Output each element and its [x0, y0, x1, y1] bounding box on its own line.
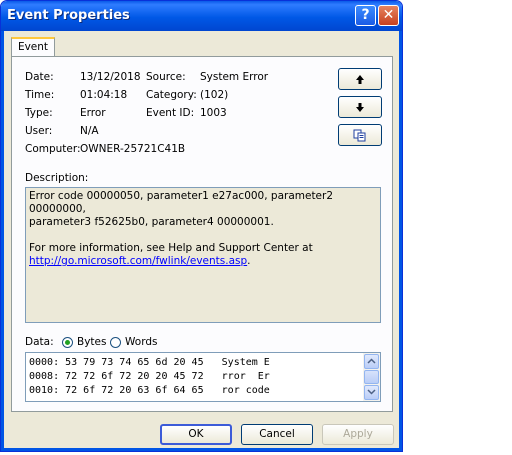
computer-value: OWNER-25721C41B: [80, 143, 186, 155]
category-value: (102): [200, 89, 229, 101]
event-properties-dialog: Event Properties ? ✕ Event Date: 13/12/2…: [0, 0, 403, 452]
link-suffix: .: [247, 255, 251, 267]
radio-selected-dot: [65, 340, 70, 345]
data-hex-box[interactable]: 0000: 53 79 73 74 65 6d 20 45 System E 0…: [25, 352, 381, 402]
cancel-button[interactable]: Cancel: [241, 424, 313, 445]
type-value: Error: [80, 107, 106, 119]
arrow-up-icon: [356, 74, 364, 84]
data-scrollbar[interactable]: [363, 353, 380, 401]
bytes-radio-label[interactable]: Bytes: [77, 336, 106, 348]
time-value: 01:04:18: [80, 89, 128, 101]
description-label: Description:: [25, 172, 89, 184]
data-row: 0010: 72 6f 72 20 63 6f 64 65 ror code: [29, 385, 270, 396]
scroll-thumb[interactable]: [364, 370, 379, 384]
tab-event[interactable]: Event: [11, 37, 55, 57]
help-icon: ?: [361, 7, 370, 23]
ok-button[interactable]: OK: [160, 424, 232, 445]
help-button[interactable]: ?: [355, 5, 376, 26]
words-radio-label[interactable]: Words: [125, 336, 157, 348]
user-value: N/A: [80, 125, 99, 137]
description-line-2: parameter3 f52625b0, parameter4 00000001…: [29, 216, 274, 228]
next-event-button[interactable]: [338, 96, 382, 118]
date-value: 13/12/2018: [80, 71, 141, 83]
computer-label: Computer:: [25, 143, 81, 155]
description-line-3: For more information, see Help and Suppo…: [29, 242, 313, 254]
date-label: Date:: [25, 71, 54, 83]
source-value: System Error: [200, 71, 269, 83]
close-button[interactable]: ✕: [378, 5, 399, 26]
user-label: User:: [25, 125, 53, 137]
arrow-down-icon: [356, 102, 364, 112]
words-radio[interactable]: [110, 337, 121, 348]
type-label: Type:: [25, 107, 53, 119]
event-id-label: Event ID:: [146, 107, 195, 119]
window-title: Event Properties: [7, 8, 130, 23]
source-label: Source:: [146, 71, 186, 83]
time-label: Time:: [25, 89, 55, 101]
close-icon: ✕: [382, 7, 395, 23]
description-line-1: Error code 00000050, parameter1 e27ac000…: [29, 190, 334, 215]
previous-event-button[interactable]: [338, 68, 382, 90]
help-link[interactable]: http://go.microsoft.com/fwlink/events.as…: [29, 255, 247, 267]
copy-icon: [353, 129, 366, 141]
description-text-box[interactable]: Error code 00000050, parameter1 e27ac000…: [25, 187, 381, 323]
copy-button[interactable]: [338, 124, 382, 146]
chevron-up-icon: [367, 358, 376, 364]
chevron-down-icon: [367, 389, 376, 395]
data-row: 0000: 53 79 73 74 65 6d 20 45 System E: [29, 357, 270, 368]
scroll-up-button[interactable]: [364, 354, 379, 369]
category-label: Category:: [146, 89, 197, 101]
scroll-down-button[interactable]: [364, 385, 379, 400]
event-id-value: 1003: [200, 107, 227, 119]
data-row: 0008: 72 72 6f 72 20 20 45 72 rror Er: [29, 371, 270, 382]
apply-button[interactable]: Apply: [322, 424, 394, 445]
tab-event-label: Event: [17, 41, 49, 53]
title-bar[interactable]: Event Properties ? ✕: [1, 1, 402, 31]
bytes-radio[interactable]: [62, 337, 73, 348]
data-label: Data:: [25, 336, 54, 348]
